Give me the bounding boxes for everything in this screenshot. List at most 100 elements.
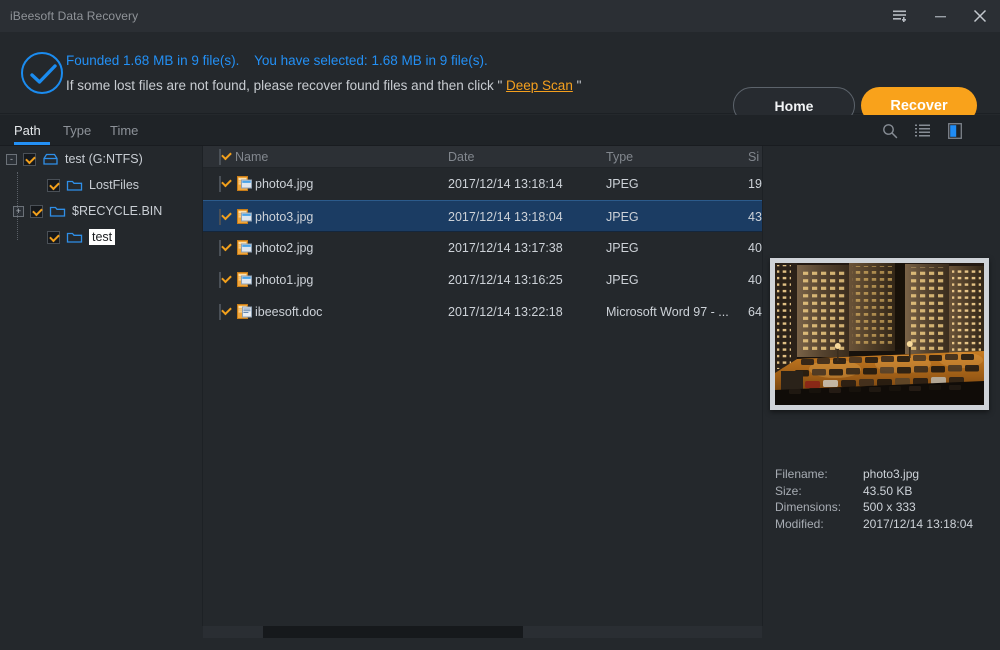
collapse-expander-icon[interactable]: -: [6, 153, 17, 165]
cell-date: 2017/12/14 13:22:18: [448, 305, 563, 319]
meta-row-modified: Modified: 2017/12/14 13:18:04: [775, 516, 973, 533]
preview-pane-icon[interactable]: [948, 122, 962, 139]
folder-icon: [66, 179, 83, 192]
row-checkbox[interactable]: [219, 272, 221, 288]
cell-type: Microsoft Word 97 - ...: [606, 305, 729, 319]
view-tab-strip: Path Type Time: [0, 115, 1000, 146]
table-row[interactable]: photo4.jpg 2017/12/14 13:18:14 JPEG 19: [203, 168, 762, 200]
meta-row-dimensions: Dimensions: 500 x 333: [775, 499, 973, 516]
doc-file-icon: [237, 304, 252, 322]
preview-thumbnail-frame: [770, 258, 989, 410]
row-checkbox[interactable]: [219, 176, 221, 192]
tree-item-test[interactable]: test: [0, 224, 202, 250]
image-file-icon: [237, 240, 252, 258]
cell-type: JPEG: [606, 177, 639, 191]
tree-item-label: test (G:NTFS): [65, 152, 143, 166]
tab-time[interactable]: Time: [110, 115, 138, 146]
tree-connector: [17, 172, 18, 240]
search-icon[interactable]: [882, 123, 898, 139]
list-preview-divider[interactable]: [762, 146, 763, 650]
cell-name: photo4.jpg: [255, 177, 314, 191]
image-file-icon: [237, 176, 252, 194]
column-header-name[interactable]: Name: [235, 150, 268, 164]
file-list-header: Name Date Type Si: [203, 146, 762, 168]
cell-type: JPEG: [606, 273, 639, 287]
tree-checkbox[interactable]: [30, 204, 43, 218]
title-bar: iBeesoft Data Recovery: [0, 0, 1000, 32]
meta-value: 2017/12/14 13:18:04: [863, 516, 974, 531]
meta-value: 43.50 KB: [863, 483, 913, 498]
window-title: iBeesoft Data Recovery: [10, 9, 139, 23]
table-row[interactable]: photo1.jpg 2017/12/14 13:16:25 JPEG 40: [203, 264, 762, 296]
status-banner: Founded 1.68 MB in 9 file(s). You have s…: [0, 32, 1000, 124]
tree-item-drive[interactable]: - test (G:NTFS): [0, 146, 202, 172]
row-checkbox[interactable]: [219, 240, 221, 256]
list-toolbar: [882, 115, 962, 146]
tab-type[interactable]: Type: [63, 115, 91, 146]
close-icon: [973, 9, 987, 23]
column-header-type[interactable]: Type: [606, 150, 633, 164]
menu-icon: [893, 10, 906, 22]
minimize-button[interactable]: [920, 0, 960, 32]
deep-scan-link[interactable]: Deep Scan: [506, 78, 573, 93]
meta-label: Size:: [775, 483, 802, 498]
meta-value: photo3.jpg: [863, 467, 920, 481]
minimize-icon: [934, 15, 946, 17]
image-file-icon: [237, 272, 252, 290]
folder-icon: [66, 231, 83, 244]
cell-size: 19: [748, 177, 762, 191]
application-window: iBeesoft Data Recovery Founded 1.68 MB i…: [0, 0, 1000, 650]
tree-item-recyclebin[interactable]: + $RECYCLE.BIN: [0, 198, 202, 224]
cell-date: 2017/12/14 13:16:25: [448, 273, 563, 287]
row-checkbox[interactable]: [219, 304, 221, 320]
hint-prefix: If some lost files are not found, please…: [66, 78, 507, 93]
table-row[interactable]: ibeesoft.doc 2017/12/14 13:22:18 Microso…: [203, 296, 762, 328]
cell-name: photo1.jpg: [255, 273, 314, 287]
meta-label: Dimensions:: [775, 500, 842, 514]
scan-hint-line: If some lost files are not found, please…: [66, 78, 581, 93]
cell-size: 40: [748, 273, 762, 287]
folder-tree-panel[interactable]: - test (G:NTFS) LostFiles + $RECYCLE.BIN…: [0, 146, 202, 626]
tree-checkbox[interactable]: [23, 152, 36, 166]
success-check-icon: [21, 52, 63, 94]
tree-item-lostfiles[interactable]: LostFiles: [0, 172, 202, 198]
tree-checkbox[interactable]: [47, 230, 60, 244]
tree-checkbox[interactable]: [47, 178, 60, 192]
cell-size: 43: [748, 210, 762, 224]
table-row[interactable]: photo3.jpg 2017/12/14 13:18:04 JPEG 43: [203, 200, 762, 232]
cell-date: 2017/12/14 13:17:38: [448, 241, 563, 255]
scrollbar-thumb[interactable]: [263, 626, 523, 638]
column-header-size[interactable]: Si: [748, 150, 759, 164]
meta-row-size: Size: 43.50 KB: [775, 483, 973, 500]
image-file-icon: [237, 209, 252, 227]
meta-row-filename: Filename: photo3.jpg: [775, 466, 973, 483]
cell-name: photo2.jpg: [255, 241, 314, 255]
cell-name: ibeesoft.doc: [255, 305, 323, 319]
select-all-checkbox[interactable]: [219, 149, 221, 165]
cell-type: JPEG: [606, 210, 639, 224]
cell-size: 40: [748, 241, 762, 255]
cell-date: 2017/12/14 13:18:14: [448, 177, 563, 191]
scan-summary-line: Founded 1.68 MB in 9 file(s). You have s…: [66, 53, 488, 68]
close-button[interactable]: [960, 0, 1000, 32]
column-header-date[interactable]: Date: [448, 150, 474, 164]
menu-button[interactable]: [880, 0, 920, 32]
meta-label: Modified:: [775, 516, 824, 531]
file-metadata: Filename: photo3.jpg Size: 43.50 KB Dime…: [775, 466, 973, 532]
cell-size: 64: [748, 305, 762, 319]
tree-item-label: $RECYCLE.BIN: [72, 204, 163, 218]
folder-icon: [49, 205, 66, 218]
horizontal-scrollbar[interactable]: [203, 626, 762, 638]
tree-list-divider[interactable]: [202, 146, 203, 650]
window-controls: [880, 0, 1000, 32]
list-view-icon[interactable]: [915, 124, 931, 138]
cell-type: JPEG: [606, 241, 639, 255]
cell-name: photo3.jpg: [255, 210, 314, 224]
expand-expander-icon[interactable]: +: [13, 205, 24, 217]
meta-label: Filename:: [775, 467, 828, 481]
hint-suffix: ": [572, 78, 582, 93]
file-list-panel[interactable]: Name Date Type Si photo4.jpg 2017/12/14 …: [203, 146, 762, 626]
drive-icon: [42, 153, 59, 166]
row-checkbox[interactable]: [219, 209, 221, 225]
table-row[interactable]: photo2.jpg 2017/12/14 13:17:38 JPEG 40: [203, 232, 762, 264]
